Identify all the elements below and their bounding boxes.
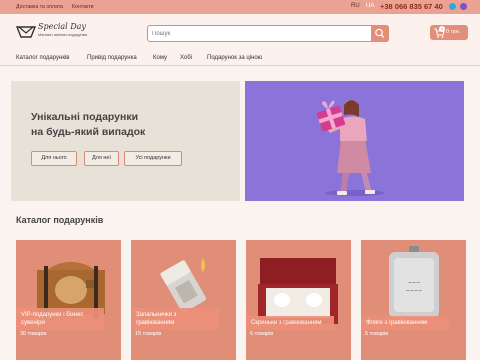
contacts-link[interactable]: Контакти [72, 4, 94, 10]
category-card-flasks[interactable]: ~~~ ~~~~ Фляги з гравіюванням 5 товарів [361, 240, 466, 360]
category-card-boxes[interactable]: Скриньки з гравіюванням 6 товарів [246, 240, 351, 360]
telegram-icon[interactable] [449, 3, 456, 10]
category-count: 5 товарів [365, 331, 389, 337]
cart-count-badge: 0 [439, 26, 445, 32]
catalog-title: Каталог подарунків [16, 215, 104, 225]
nav-item-price[interactable]: Подарунок за ціною [207, 55, 262, 61]
lang-ru[interactable]: RU [351, 3, 360, 9]
search-icon [375, 28, 385, 38]
hero-image [245, 81, 464, 201]
category-label: Фляги з гравіюванням [361, 316, 449, 331]
nav-item-hobby[interactable]: Хобі [180, 55, 192, 61]
category-card-vip[interactable]: VIP-подарунки і бізнес сувеніри 30 товар… [16, 240, 121, 360]
search-input[interactable] [152, 28, 370, 39]
woman-with-gift-illustration [316, 100, 385, 196]
category-label: Запальнички з гравіюванням [131, 308, 219, 331]
category-label: VIP-подарунки і бізнес сувеніри [16, 308, 104, 331]
search-button[interactable] [371, 25, 389, 42]
category-label: Скриньки з гравіюванням [246, 316, 334, 331]
category-card-lighters[interactable]: Запальнички з гравіюванням 15 товарів [131, 240, 236, 360]
hero-title: Унікальні подарунки на будь-який випадок [31, 111, 146, 138]
logo-tagline: Магазин змінних подарунків [38, 33, 88, 37]
phone-number[interactable]: +38 066 835 67 40 [380, 2, 443, 11]
nav-item-occasion[interactable]: Привід подарунка [87, 55, 137, 61]
category-count: 6 товарів [250, 331, 274, 337]
cart-button[interactable]: 0 0 грн. [430, 25, 468, 40]
for-him-button[interactable]: Для нього [31, 151, 77, 166]
main-nav: Каталог подарунків Привід подарунка Кому… [0, 52, 480, 66]
top-bar: Доставка та оплата Контакти RU UA +38 06… [0, 0, 480, 14]
category-count: 30 товарів [20, 331, 47, 337]
nav-item-catalog[interactable]: Каталог подарунків [16, 55, 70, 61]
gift-logo-icon [16, 26, 36, 38]
header: Special Day Магазин змінних подарунків 0… [0, 14, 480, 52]
logo[interactable]: Special Day Магазин змінних подарунків [16, 22, 106, 44]
svg-text:~~~: ~~~ [408, 280, 421, 286]
jewelry-box-image [258, 258, 338, 324]
delivery-link[interactable]: Доставка та оплата [16, 4, 63, 10]
lighter-image [160, 258, 206, 313]
logo-name: Special Day [38, 22, 86, 31]
barrel-image [37, 262, 105, 318]
svg-text:~~~~: ~~~~ [406, 288, 423, 294]
viber-icon[interactable] [460, 3, 467, 10]
for-her-button[interactable]: Для неї [84, 151, 119, 166]
search-box [147, 25, 389, 42]
all-gifts-button[interactable]: Усі подарунки [124, 151, 182, 166]
nav-item-recipient[interactable]: Кому [153, 55, 167, 61]
category-count: 15 товарів [135, 331, 162, 337]
cart-total: 0 грн. [446, 29, 461, 35]
lang-ua[interactable]: UA [366, 3, 374, 9]
hero-banner: Унікальні подарунки на будь-який випадок… [11, 81, 240, 201]
flask-image: ~~~ ~~~~ [389, 246, 439, 318]
